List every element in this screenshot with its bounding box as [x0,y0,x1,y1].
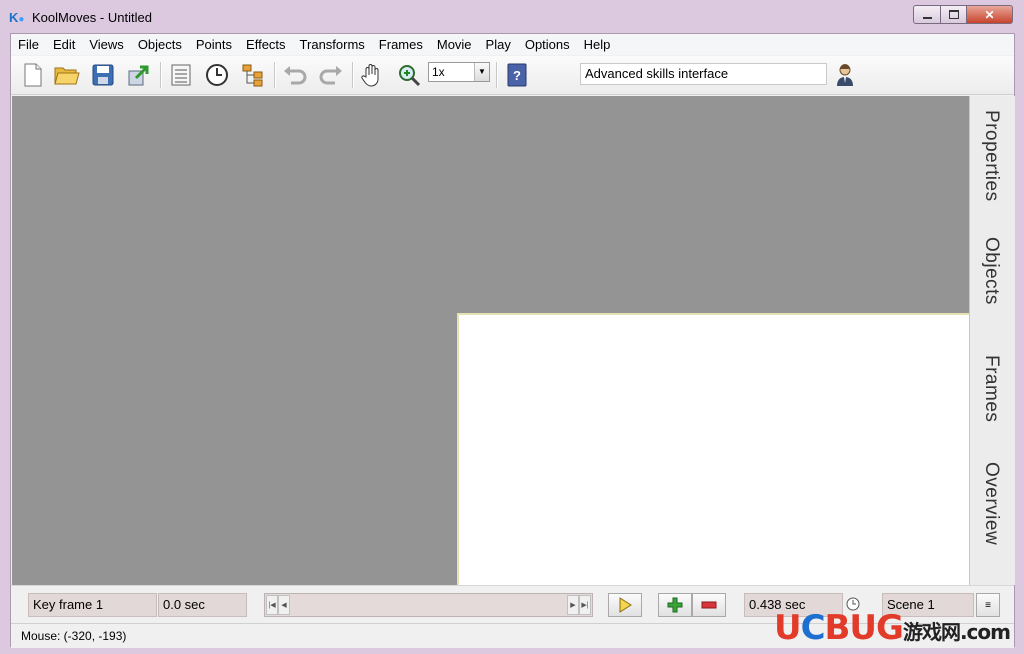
menu-objects[interactable]: Objects [131,34,189,55]
side-panel-tabs: Properties Objects Frames Overview [969,96,1015,585]
menu-movie[interactable]: Movie [430,34,479,55]
remove-frame-button[interactable] [692,593,726,617]
menu-effects[interactable]: Effects [239,34,293,55]
toolbar-separator [496,62,498,88]
canvas-workspace[interactable] [12,96,969,585]
chevron-down-icon[interactable]: ▼ [474,63,489,81]
menu-views[interactable]: Views [82,34,130,55]
tree-icon[interactable] [240,62,266,88]
maximize-icon [948,10,959,19]
open-folder-icon[interactable] [54,62,80,88]
zoom-value: 1x [432,65,445,79]
watermark-logo: UCBUG游戏网.com [773,608,1011,648]
tab-objects[interactable]: Objects [980,237,1002,305]
menu-options[interactable]: Options [518,34,577,55]
watermark-domain: .com [959,620,1011,644]
maximize-button[interactable] [941,5,967,24]
time-field: 0.0 sec [158,593,247,617]
menu-points[interactable]: Points [189,34,239,55]
undo-icon[interactable] [282,62,308,88]
mouse-coordinates: Mouse: (-320, -193) [21,629,127,643]
zoom-select[interactable]: 1x ▼ [428,62,490,82]
play-button[interactable] [608,593,642,617]
plus-icon [667,597,683,613]
watermark-u: U [773,608,802,648]
interface-mode-field[interactable]: Advanced skills interface [580,63,827,85]
play-icon [619,597,632,613]
minus-icon [701,601,717,609]
scroll-right-icon[interactable]: ▶ [567,595,579,615]
clock-icon[interactable] [204,62,230,88]
watermark-cn: 游戏网 [902,620,961,644]
close-button[interactable]: ✕ [967,5,1013,24]
user-icon[interactable] [832,62,858,88]
watermark-bug: BUG [824,608,904,648]
tab-overview[interactable]: Overview [980,462,1002,545]
save-icon[interactable] [90,62,116,88]
menu-edit[interactable]: Edit [46,34,82,55]
help-book-icon[interactable]: ? [504,62,530,88]
export-icon[interactable] [126,62,152,88]
minimize-button[interactable] [913,5,941,24]
last-frame-icon[interactable]: ▶| [579,595,591,615]
menu-file[interactable]: File [11,34,46,55]
menu-help[interactable]: Help [577,34,618,55]
window-title: KoolMoves - Untitled [32,10,152,25]
menu-transforms[interactable]: Transforms [293,34,372,55]
main-client-area: File Edit Views Objects Points Effects T… [10,33,1015,648]
menu-frames[interactable]: Frames [372,34,430,55]
watermark-c: C [800,608,826,648]
keyframe-field: Key frame 1 [28,593,157,617]
timeline-scrollbar[interactable]: |◀ ◀ ▶ ▶| [264,593,593,617]
svg-text:?: ? [513,68,521,83]
koolmoves-icon: K● [9,10,25,25]
title-bar[interactable]: K● KoolMoves - Untitled ✕ [0,0,1024,34]
minimize-icon [922,16,932,19]
tab-properties[interactable]: Properties [980,110,1002,202]
add-frame-button[interactable] [658,593,692,617]
redo-icon[interactable] [318,62,344,88]
menu-play[interactable]: Play [479,34,518,55]
menu-bar: File Edit Views Objects Points Effects T… [11,34,1014,55]
scroll-left-icon[interactable]: ◀ [278,595,290,615]
properties-icon[interactable] [168,62,194,88]
toolbar: 1x ▼ ? Advanced skills interface [11,56,1014,95]
toolbar-separator [274,62,276,88]
movie-stage[interactable] [457,313,969,585]
hand-icon[interactable] [360,62,386,88]
tab-frames[interactable]: Frames [980,355,1002,422]
first-frame-icon[interactable]: |◀ [266,595,278,615]
toolbar-separator [352,62,354,88]
app-window: K● KoolMoves - Untitled ✕ File Edit View… [0,0,1024,654]
new-file-icon[interactable] [20,62,46,88]
close-icon: ✕ [984,7,995,22]
zoom-icon[interactable] [396,62,422,88]
toolbar-separator [160,62,162,88]
